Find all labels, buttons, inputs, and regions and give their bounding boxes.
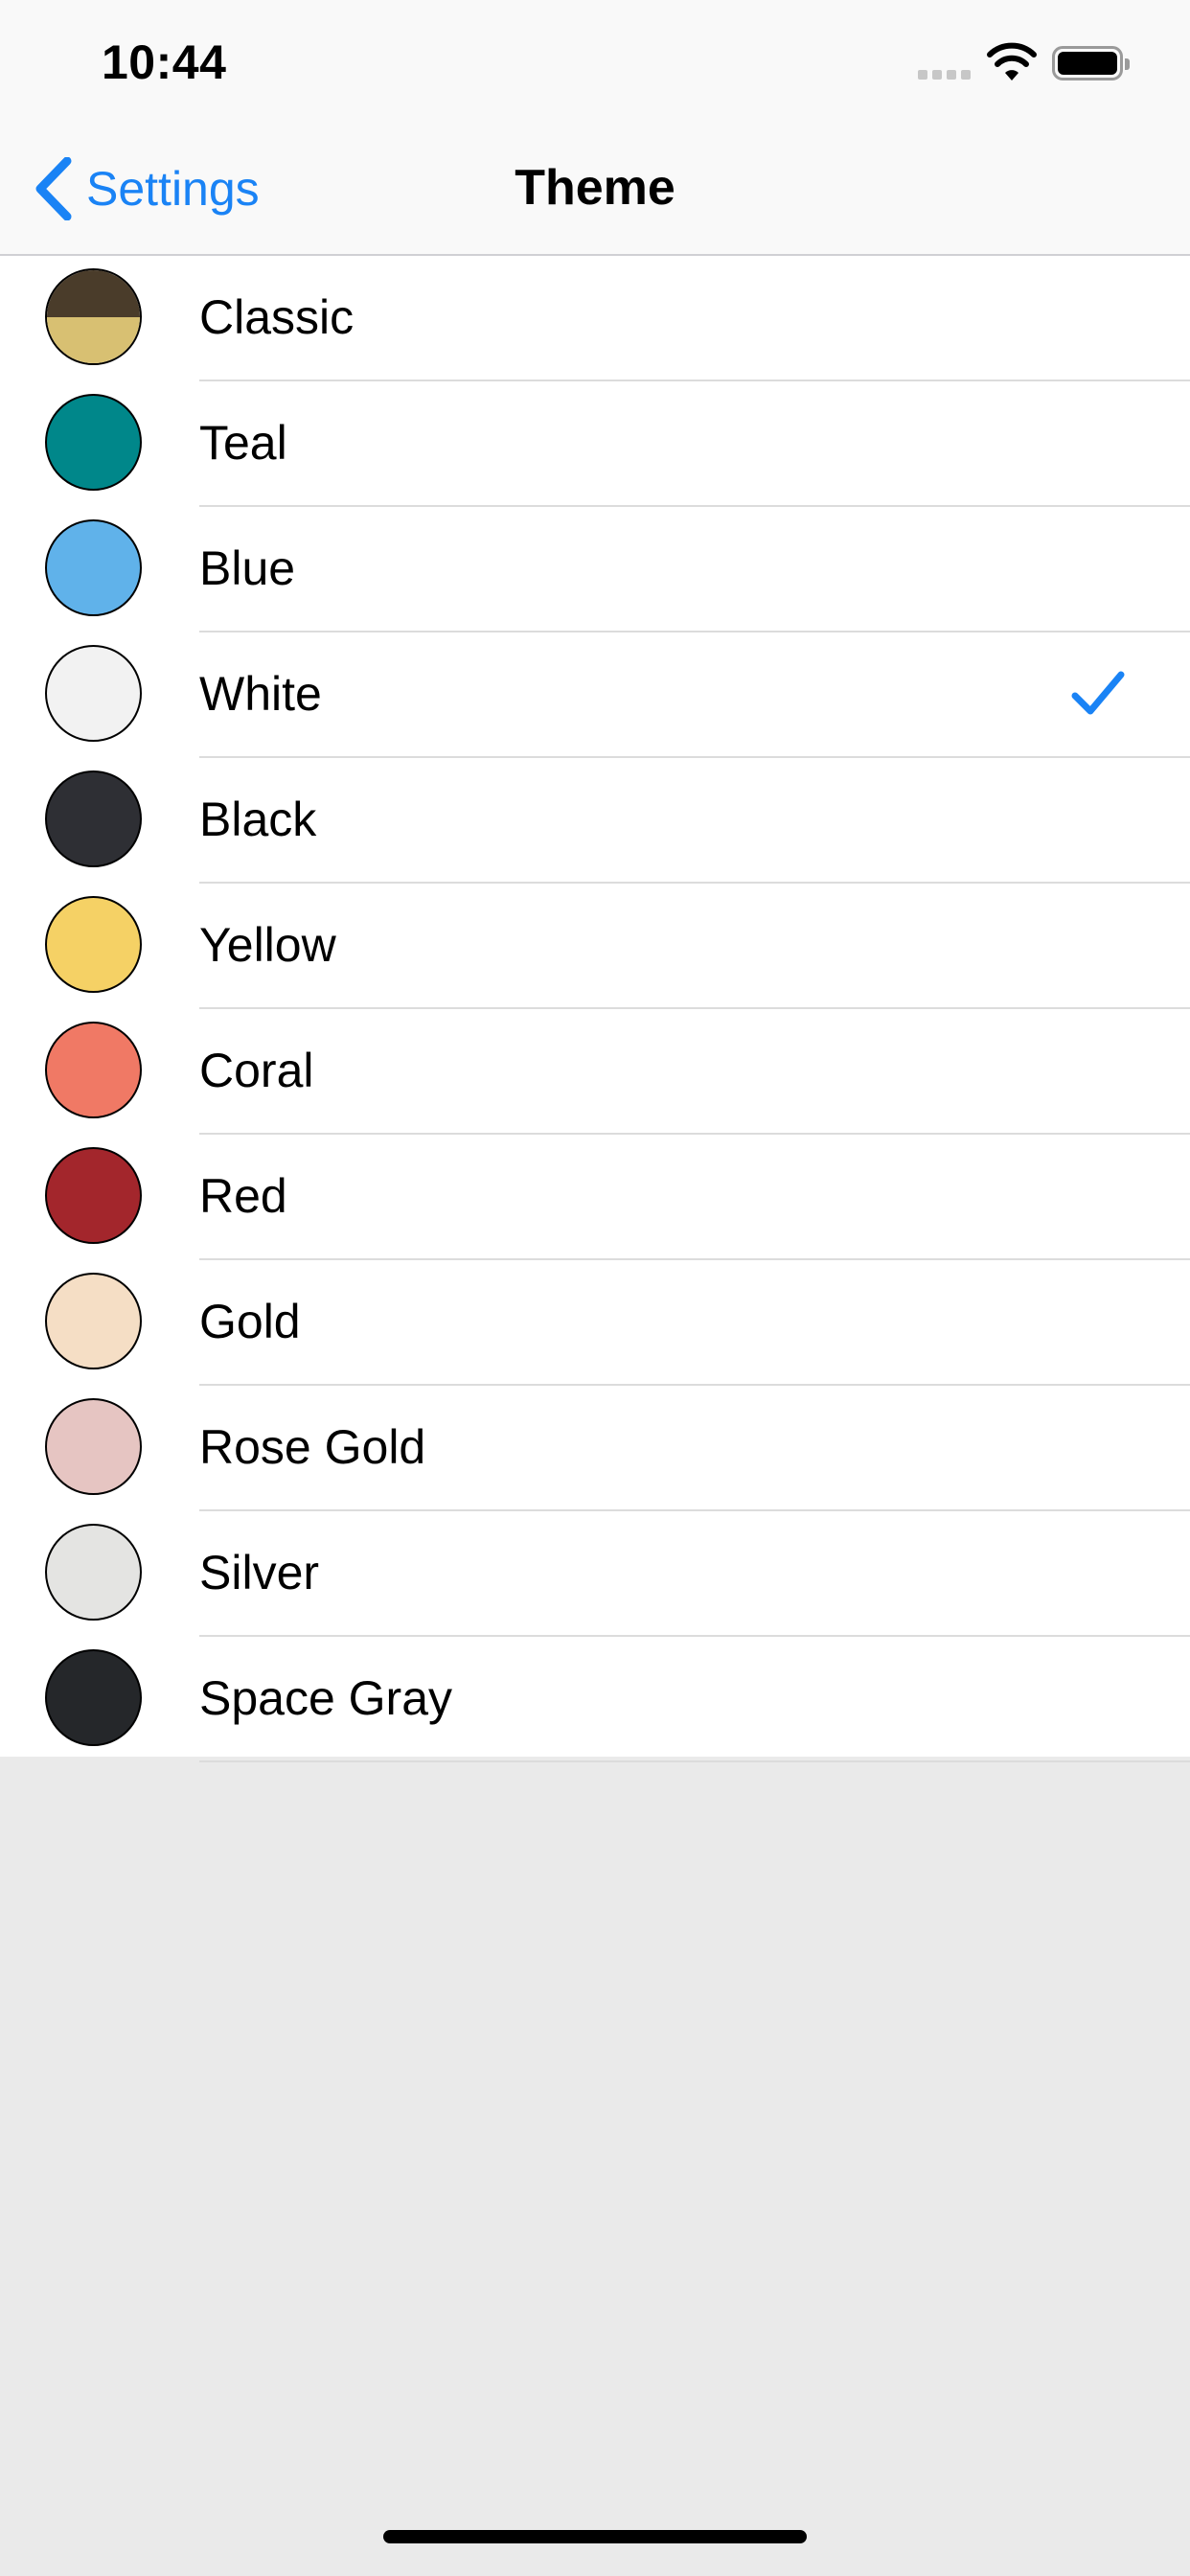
color-swatch-rose-gold [45,1398,142,1495]
home-indicator[interactable] [383,2530,807,2543]
page-title: Theme [515,160,675,216]
cellular-signal-icon [918,70,972,80]
theme-row-classic[interactable]: Classic [0,256,1190,381]
color-swatch-space-gray [45,1649,142,1746]
color-swatch-coral [45,1022,142,1118]
theme-label: Coral [199,1044,314,1097]
theme-row-coral[interactable]: Coral [0,1009,1190,1135]
theme-row-space-gray[interactable]: Space Gray [0,1637,1190,1762]
theme-row-silver[interactable]: Silver [0,1511,1190,1637]
theme-row-teal[interactable]: Teal [0,381,1190,507]
color-swatch-blue [45,519,142,616]
status-bar-time: 10:44 [102,35,227,89]
theme-label: Black [199,793,317,846]
battery-icon [1052,46,1130,80]
color-swatch-gold [45,1273,142,1369]
theme-label: Blue [199,541,296,595]
theme-row-gold[interactable]: Gold [0,1260,1190,1386]
theme-label: White [199,667,322,721]
color-swatch-silver [45,1524,142,1621]
color-swatch-red [45,1147,142,1244]
theme-label: Silver [199,1546,320,1599]
theme-label: Red [199,1169,287,1223]
wifi-icon [987,42,1037,80]
theme-row-black[interactable]: Black [0,758,1190,884]
color-swatch-classic [45,268,142,365]
theme-label: Gold [199,1295,301,1348]
theme-label: Teal [199,416,287,470]
theme-label: Rose Gold [199,1420,426,1474]
color-swatch-black [45,770,142,867]
color-swatch-yellow [45,896,142,993]
theme-row-red[interactable]: Red [0,1135,1190,1260]
theme-label: Space Gray [199,1671,453,1725]
color-swatch-teal [45,394,142,491]
theme-row-blue[interactable]: Blue [0,507,1190,632]
navigation-header: 10:44 Settings Theme [0,0,1190,256]
theme-list: Classic Teal Blue White Black Yellow Coral Red G… [0,256,1190,1762]
color-swatch-white [45,645,142,742]
theme-row-yellow[interactable]: Yellow [0,884,1190,1009]
theme-row-white[interactable]: White [0,632,1190,758]
theme-row-rose-gold[interactable]: Rose Gold [0,1386,1190,1511]
row-separator [199,1760,1190,1762]
theme-label: Classic [199,290,355,344]
checkmark-icon [1071,671,1125,715]
theme-label: Yellow [199,918,336,972]
